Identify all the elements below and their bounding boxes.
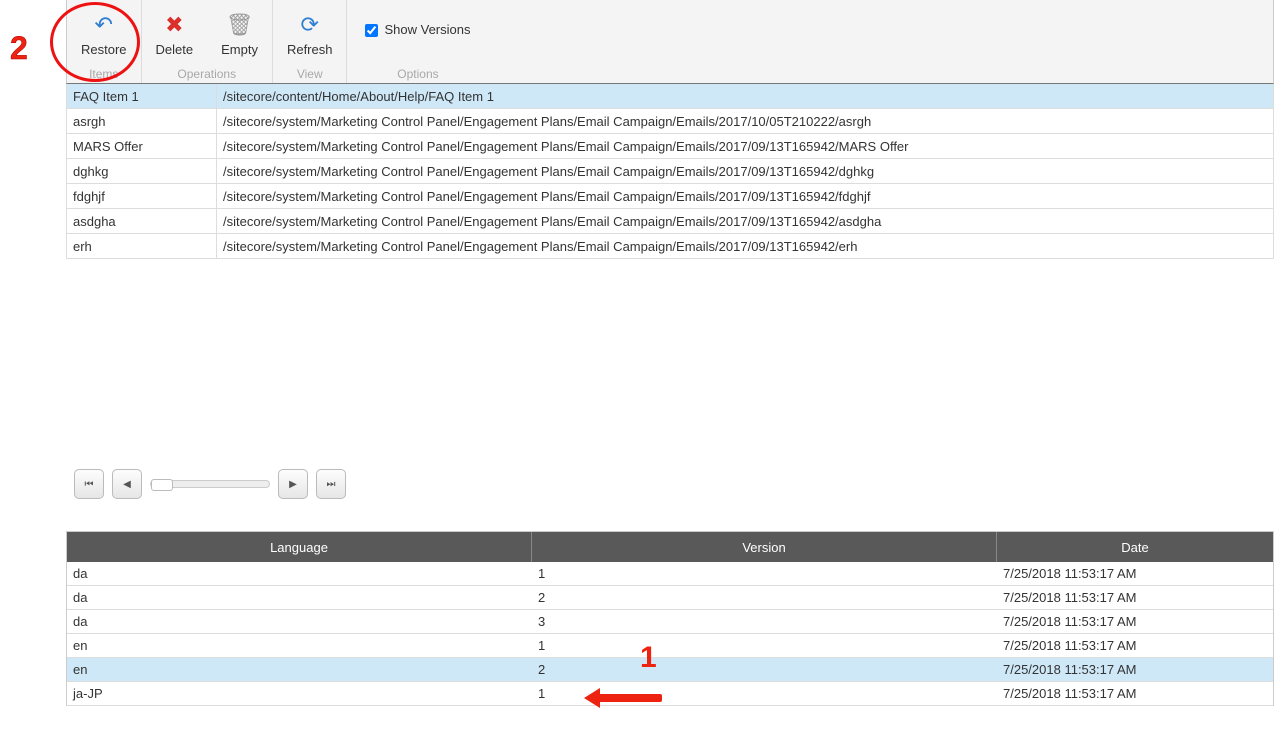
- version-language-cell: da: [67, 614, 532, 629]
- items-table: FAQ Item 1/sitecore/content/Home/About/H…: [66, 84, 1274, 259]
- version-date-cell: 7/25/2018 11:53:17 AM: [997, 614, 1273, 629]
- toolbar-group-options: Show Versions Options: [347, 0, 488, 83]
- item-name-cell: erh: [67, 234, 217, 258]
- version-number-cell: 1: [532, 638, 997, 653]
- toolbar-group: ⟳ Refresh View: [273, 0, 348, 83]
- version-number-cell: 3: [532, 614, 997, 629]
- version-language-cell: da: [67, 566, 532, 581]
- item-path-cell: /sitecore/system/Marketing Control Panel…: [217, 234, 1273, 258]
- version-date-cell: 7/25/2018 11:53:17 AM: [997, 638, 1273, 653]
- toolbar-group-label: Operations: [142, 67, 272, 81]
- item-path-cell: /sitecore/system/Marketing Control Panel…: [217, 109, 1273, 133]
- pager-prev-button[interactable]: ◀: [112, 469, 142, 499]
- item-name-cell: fdghjf: [67, 184, 217, 208]
- toolbar-group-label: View: [273, 67, 347, 81]
- version-date-cell: 7/25/2018 11:53:17 AM: [997, 686, 1273, 701]
- toolbar-btn-label: Restore: [81, 42, 127, 57]
- item-path-cell: /sitecore/system/Marketing Control Panel…: [217, 134, 1273, 158]
- app-root: 2 1 ↶ Restore Items ✖ Delete 🗑 Empty Operations…: [0, 0, 1274, 706]
- versions-header-language[interactable]: Language: [67, 532, 532, 562]
- version-number-cell: 2: [532, 590, 997, 605]
- annotation-step-1: 1: [640, 641, 657, 675]
- item-path-cell: /sitecore/system/Marketing Control Panel…: [217, 184, 1273, 208]
- toolbar-group-label: Items: [67, 67, 141, 81]
- versions-header-version[interactable]: Version: [532, 532, 997, 562]
- versions-row[interactable]: da27/25/2018 11:53:17 AM: [67, 586, 1273, 610]
- version-date-cell: 7/25/2018 11:53:17 AM: [997, 566, 1273, 581]
- item-name-cell: asrgh: [67, 109, 217, 133]
- delete-button[interactable]: ✖ Delete: [142, 0, 208, 62]
- table-row[interactable]: FAQ Item 1/sitecore/content/Home/About/H…: [67, 84, 1273, 109]
- toolbar-btn-label: Refresh: [287, 42, 333, 57]
- version-language-cell: ja-JP: [67, 686, 532, 701]
- versions-header-date[interactable]: Date: [997, 532, 1273, 562]
- table-row[interactable]: dghkg/sitecore/system/Marketing Control …: [67, 159, 1273, 184]
- version-language-cell: en: [67, 662, 532, 677]
- restore-icon: ↶: [95, 14, 113, 36]
- refresh-icon: ⟳: [301, 14, 319, 36]
- item-name-cell: asdgha: [67, 209, 217, 233]
- toolbar-group: ✖ Delete 🗑 Empty Operations: [142, 0, 273, 83]
- item-name-cell: MARS Offer: [67, 134, 217, 158]
- item-path-cell: /sitecore/content/Home/About/Help/FAQ It…: [217, 84, 1273, 108]
- version-number-cell: 1: [532, 566, 997, 581]
- item-path-cell: /sitecore/system/Marketing Control Panel…: [217, 209, 1273, 233]
- restore-button[interactable]: ↶ Restore: [67, 0, 141, 62]
- show-versions-label: Show Versions: [384, 22, 470, 37]
- item-name-cell: FAQ Item 1: [67, 84, 217, 108]
- table-row[interactable]: fdghjf/sitecore/system/Marketing Control…: [67, 184, 1273, 209]
- versions-row[interactable]: en27/25/2018 11:53:17 AM: [67, 658, 1273, 682]
- versions-row[interactable]: da17/25/2018 11:53:17 AM: [67, 562, 1273, 586]
- toolbar-group-label: Options: [347, 67, 488, 81]
- versions-table: Language Version Date da17/25/2018 11:53…: [66, 531, 1274, 706]
- version-number-cell: 2: [532, 662, 997, 677]
- version-date-cell: 7/25/2018 11:53:17 AM: [997, 662, 1273, 677]
- annotation-arrow: [584, 688, 664, 708]
- pager-first-button[interactable]: ⏮: [74, 469, 104, 499]
- version-date-cell: 7/25/2018 11:53:17 AM: [997, 590, 1273, 605]
- pager-last-button[interactable]: ⏭: [316, 469, 346, 499]
- version-language-cell: en: [67, 638, 532, 653]
- delete-icon: ✖: [165, 14, 183, 36]
- toolbar-btn-label: Delete: [156, 42, 194, 57]
- table-row[interactable]: asdgha/sitecore/system/Marketing Control…: [67, 209, 1273, 234]
- table-row[interactable]: asrgh/sitecore/system/Marketing Control …: [67, 109, 1273, 134]
- pager: ⏮ ◀ ▶ ⏭: [74, 469, 1274, 499]
- pager-slider[interactable]: [150, 480, 270, 488]
- item-path-cell: /sitecore/system/Marketing Control Panel…: [217, 159, 1273, 183]
- empty-button[interactable]: 🗑 Empty: [207, 0, 272, 62]
- show-versions-checkbox[interactable]: [365, 24, 378, 37]
- annotation-step-2: 2: [10, 30, 28, 67]
- toolbar-group: ↶ Restore Items: [67, 0, 142, 83]
- empty-icon: 🗑: [226, 14, 254, 36]
- versions-header: Language Version Date: [67, 532, 1273, 562]
- item-name-cell: dghkg: [67, 159, 217, 183]
- refresh-button[interactable]: ⟳ Refresh: [273, 0, 347, 62]
- version-language-cell: da: [67, 590, 532, 605]
- versions-row[interactable]: en17/25/2018 11:53:17 AM: [67, 634, 1273, 658]
- pager-next-button[interactable]: ▶: [278, 469, 308, 499]
- table-row[interactable]: MARS Offer/sitecore/system/Marketing Con…: [67, 134, 1273, 159]
- toolbar: ↶ Restore Items ✖ Delete 🗑 Empty Operations ⟳ Ref…: [66, 0, 1274, 84]
- table-row[interactable]: erh/sitecore/system/Marketing Control Pa…: [67, 234, 1273, 259]
- versions-row[interactable]: da37/25/2018 11:53:17 AM: [67, 610, 1273, 634]
- versions-row[interactable]: ja-JP17/25/2018 11:53:17 AM: [67, 682, 1273, 706]
- toolbar-btn-label: Empty: [221, 42, 258, 57]
